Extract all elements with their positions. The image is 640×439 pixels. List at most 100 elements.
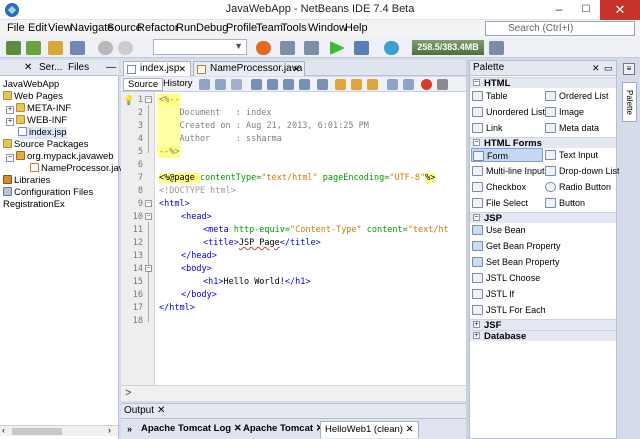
find-icon[interactable]	[251, 79, 262, 90]
palette-category-database[interactable]: + Database	[470, 330, 616, 342]
tree-item-web-inf[interactable]: + WEB-INF	[6, 115, 67, 127]
shift-left-icon[interactable]	[387, 79, 398, 90]
memory-indicator[interactable]: 258.5/383.4MB	[412, 40, 484, 55]
forward-icon[interactable]	[215, 79, 226, 90]
toggle-bookmark-icon[interactable]	[367, 79, 378, 90]
menu-file[interactable]: File	[7, 22, 25, 34]
projects-horizontal-scrollbar[interactable]: ‹ ›	[0, 425, 118, 436]
configuration-select[interactable]: ▼	[153, 39, 247, 55]
palette-item-radio-button[interactable]: Radio Button	[544, 180, 611, 194]
tree-item-package[interactable]: − org.mypack.javaweb	[6, 151, 114, 163]
menu-tools[interactable]: Tools	[281, 22, 307, 34]
menu-help[interactable]: Help	[345, 22, 368, 34]
output-tabs-overflow[interactable]: »	[123, 421, 136, 438]
code-text-area[interactable]: <%-- Document : index Created on : Aug 2…	[157, 92, 466, 385]
palette-item-jstl-if[interactable]: JSTL If	[471, 287, 514, 301]
tree-item-web-pages[interactable]: Web Pages	[3, 91, 63, 103]
palette-category-html[interactable]: − HTML	[470, 77, 616, 89]
palette-item-file-select[interactable]: File Select	[471, 196, 528, 210]
close-tab-icon[interactable]: ✕	[178, 62, 186, 76]
palette-item-link[interactable]: Link	[471, 121, 503, 135]
properties-icon[interactable]: ≡	[623, 63, 635, 75]
minimize-button[interactable]: –	[546, 0, 572, 20]
clean-build-icon[interactable]	[304, 41, 319, 55]
save-all-icon[interactable]	[70, 41, 85, 55]
new-project-icon[interactable]	[26, 41, 41, 55]
menu-view[interactable]: View	[48, 22, 72, 34]
menu-edit[interactable]: Edit	[28, 22, 47, 34]
tree-item-index-jsp[interactable]: index.jsp	[18, 127, 67, 139]
maximize-palette-icon[interactable]: ▭	[604, 61, 613, 75]
build-hammer-icon[interactable]	[280, 41, 295, 55]
palette-item-jstl-choose[interactable]: JSTL Choose	[471, 271, 540, 285]
menu-debug[interactable]: Debug	[196, 22, 228, 34]
maximize-button[interactable]: ☐	[573, 0, 599, 20]
close-tab-icon[interactable]: ✕	[292, 62, 300, 76]
palette-item-get-bean-property[interactable]: Get Bean Property	[471, 239, 561, 253]
close-tab-icon[interactable]: ✕	[24, 62, 32, 73]
next-bookmark-icon[interactable]	[351, 79, 362, 90]
find-previous-icon[interactable]	[267, 79, 278, 90]
menu-refactor[interactable]: Refactor	[137, 22, 179, 34]
palette-item-button[interactable]: Button	[544, 196, 585, 210]
palette-item-multiline-input[interactable]: Multi-line Input	[471, 164, 545, 178]
tree-item-registrationex[interactable]: RegistrationEx	[3, 199, 65, 211]
undo-icon[interactable]	[98, 41, 113, 55]
fold-collapse-icon[interactable]: −	[145, 213, 152, 220]
toggle-highlight-icon[interactable]	[299, 79, 310, 90]
tree-item-javawebapp[interactable]: JavaWebApp	[3, 79, 59, 91]
debug-project-icon[interactable]	[354, 41, 369, 55]
menu-team[interactable]: Team	[256, 22, 283, 34]
tree-item-source-packages[interactable]: Source Packages	[3, 139, 88, 151]
expand-icon[interactable]: +	[6, 106, 14, 114]
history-view-button[interactable]: History	[159, 78, 197, 91]
menu-run[interactable]: Run	[176, 22, 196, 34]
tab-apache-tomcat-log[interactable]: Apache Tomcat Log ✕	[137, 421, 246, 438]
tree-item-configuration-files[interactable]: Configuration Files	[3, 187, 93, 199]
stop-macro-icon[interactable]	[437, 79, 448, 90]
palette-item-use-bean[interactable]: Use Bean	[471, 223, 526, 237]
find-next-icon[interactable]	[283, 79, 294, 90]
palette-item-table[interactable]: Table	[471, 89, 508, 103]
palette-item-set-bean-property[interactable]: Set Bean Property	[471, 255, 560, 269]
palette-item-unordered-list[interactable]: Unordered List	[471, 105, 545, 119]
collapse-icon[interactable]: −	[6, 154, 14, 162]
tab-files[interactable]: Files	[68, 62, 89, 73]
set-project-config-icon[interactable]	[256, 41, 271, 55]
palette-item-checkbox[interactable]: Checkbox	[471, 180, 526, 194]
new-file-icon[interactable]	[6, 41, 21, 55]
tab-services[interactable]: Ser...	[39, 62, 62, 73]
close-output-icon[interactable]: ✕	[157, 405, 165, 416]
palette-item-dropdown-list[interactable]: Drop-down List	[544, 164, 620, 178]
tab-index-jsp[interactable]: index.jsp ✕	[123, 61, 191, 76]
search-input[interactable]: Search (Ctrl+I)	[485, 21, 635, 36]
code-editor[interactable]: 💡 1 2 3 4 5 6 7 8 9 10 11 12 13 14 15 16…	[121, 92, 466, 385]
minimize-panel-icon[interactable]: —	[106, 62, 116, 73]
last-edit-icon[interactable]	[231, 79, 242, 90]
palette-item-text-input[interactable]: Text Input	[544, 148, 598, 162]
tab-helloweb1-clean[interactable]: HelloWeb1 (clean) ✕	[320, 421, 419, 438]
close-window-button[interactable]: ✕	[600, 0, 640, 20]
back-icon[interactable]	[199, 79, 210, 90]
palette-category-html-forms[interactable]: − HTML Forms	[470, 137, 616, 149]
tab-nameprocessor-java[interactable]: NameProcessor.java ✕	[193, 61, 305, 76]
fold-collapse-icon[interactable]: −	[145, 200, 152, 207]
close-tab-icon[interactable]: ✕	[406, 424, 414, 435]
scroll-thumb[interactable]	[12, 428, 62, 435]
palette-item-meta-data[interactable]: Meta data	[544, 121, 599, 135]
palette-item-image[interactable]: Image	[544, 105, 584, 119]
tree-item-meta-inf[interactable]: + META-INF	[6, 103, 71, 115]
profile-project-icon[interactable]	[384, 41, 399, 55]
start-macro-icon[interactable]	[421, 79, 432, 90]
source-view-button[interactable]: Source	[123, 78, 164, 91]
expand-icon[interactable]: +	[6, 118, 14, 126]
editor-horizontal-scrollbar[interactable]: >	[121, 385, 466, 401]
tree-item-nameprocessor[interactable]: NameProcessor.java	[30, 163, 129, 175]
open-project-icon[interactable]	[48, 41, 63, 55]
shift-right-icon[interactable]	[403, 79, 414, 90]
scroll-left-icon[interactable]: ‹	[2, 425, 5, 435]
palette-item-ordered-list[interactable]: Ordered List	[544, 89, 609, 103]
close-palette-icon[interactable]: ✕	[592, 61, 600, 75]
garbage-collect-icon[interactable]	[489, 41, 504, 55]
scroll-right-icon[interactable]: ›	[108, 425, 111, 435]
